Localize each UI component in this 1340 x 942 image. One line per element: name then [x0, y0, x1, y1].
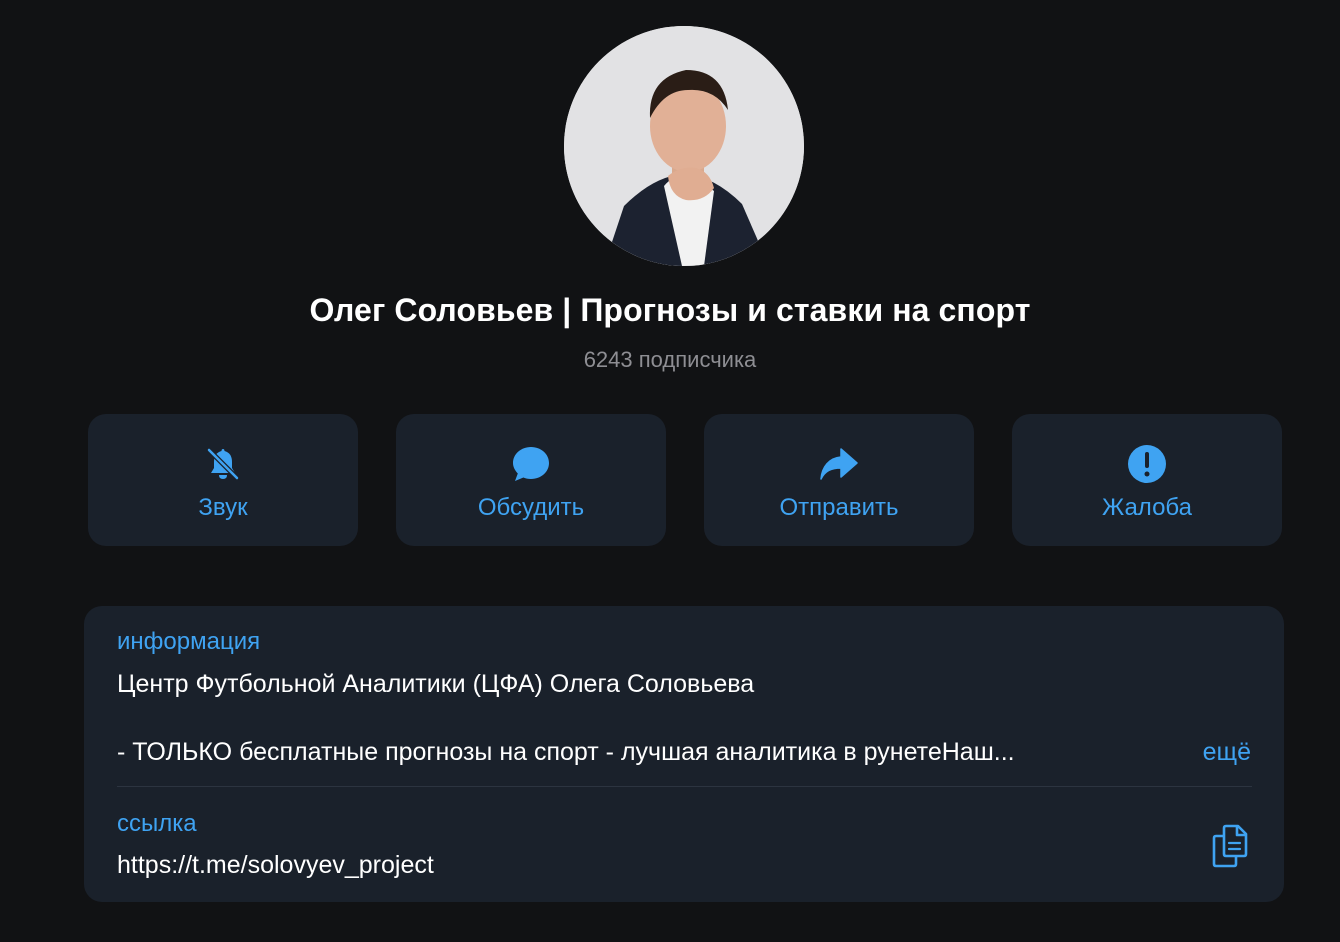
info-card: информация Центр Футбольной Аналитики (Ц… [84, 606, 1284, 902]
channel-title: Олег Соловьев | Прогнозы и ставки на спо… [309, 292, 1031, 328]
report-button-label: Жалоба [1102, 494, 1192, 521]
info-description-line: Центр Футбольной Аналитики (ЦФА) Олега С… [117, 670, 755, 698]
share-arrow-icon [819, 444, 859, 484]
subscriber-count: 6243 подписчика [583, 347, 757, 372]
copy-icon[interactable] [1206, 822, 1254, 870]
channel-avatar[interactable] [564, 26, 804, 266]
show-more-link[interactable]: ещё [1203, 738, 1251, 767]
share-button-label: Отправить [779, 494, 899, 521]
divider [117, 786, 1252, 787]
info-description-truncated: - ТОЛЬКО бесплатные прогнозы на спорт - … [117, 738, 1015, 766]
exclamation-circle-icon [1127, 444, 1167, 484]
sound-button-label: Звук [198, 494, 248, 521]
channel-link[interactable]: https://t.me/solovyev_project [117, 851, 434, 880]
report-button[interactable]: Жалоба [1012, 414, 1282, 546]
info-header: информация [117, 628, 261, 655]
bell-muted-icon [203, 444, 243, 484]
discuss-button-label: Обсудить [477, 494, 585, 521]
discuss-button[interactable]: Обсудить [396, 414, 666, 546]
link-header: ссылка [117, 810, 197, 837]
sound-button[interactable]: Звук [88, 414, 358, 546]
avatar-photo [564, 26, 804, 266]
share-button[interactable]: Отправить [704, 414, 974, 546]
chat-bubble-icon [511, 444, 551, 484]
